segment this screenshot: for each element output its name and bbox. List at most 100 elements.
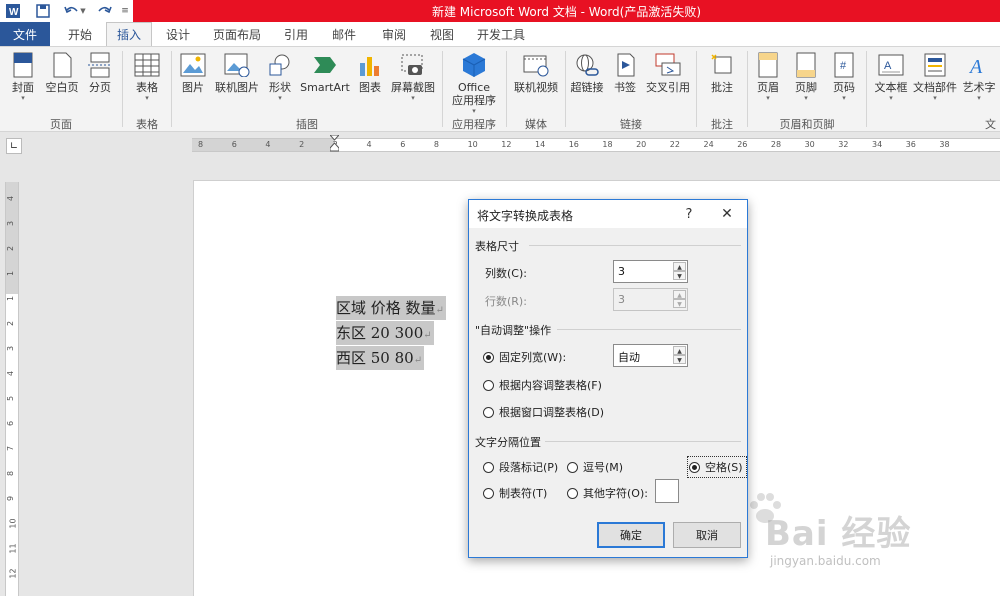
tab-design[interactable]: 设计	[156, 22, 200, 46]
online-video-icon	[523, 51, 549, 79]
ok-button[interactable]: 确定	[597, 522, 665, 548]
section-divider	[529, 245, 741, 246]
radio-fit-window[interactable]: 根据窗口调整表格(D)	[483, 404, 604, 420]
radio-space[interactable]: 空格(S)	[687, 456, 747, 478]
redo-icon[interactable]	[96, 2, 114, 20]
indent-marker[interactable]	[328, 134, 341, 155]
tab-home[interactable]: 开始	[56, 22, 104, 46]
table-button[interactable]: 表格 ▾	[130, 51, 164, 102]
group-label-header-footer: 页眉和页脚	[779, 118, 835, 131]
word-logo-icon[interactable]: W	[4, 2, 22, 20]
screenshot-icon	[400, 51, 426, 79]
save-icon[interactable]	[34, 2, 52, 20]
ruler-tick-label: 1	[6, 270, 16, 277]
ruler-tick-label: 8	[6, 470, 16, 477]
tab-view[interactable]: 视图	[420, 22, 464, 46]
ruler-tick-label: 4	[265, 140, 271, 149]
cross-reference-button[interactable]: 交叉引用	[644, 51, 692, 94]
group-label-text: 文	[985, 118, 996, 131]
group-label-apps: 应用程序	[452, 118, 496, 131]
dialog-titlebar[interactable]: 将文字转换成表格 ? ✕	[469, 200, 747, 228]
ruler-tick-label: 3	[6, 220, 16, 227]
textbox-icon: A	[878, 51, 904, 79]
doc-line[interactable]: 西区 50 80↵	[336, 346, 425, 370]
tab-developer[interactable]: 开发工具	[470, 22, 532, 46]
columns-spinner[interactable]: 3 ▲ ▼	[613, 260, 688, 283]
ruler-tick-label: 6	[6, 420, 16, 427]
section-table-size: 表格尺寸	[475, 240, 519, 253]
textbox-button[interactable]: A 文本框 ▾	[872, 51, 910, 102]
blank-page-button[interactable]: 空白页	[42, 51, 82, 94]
screenshot-button[interactable]: 屏幕截图 ▾	[388, 51, 438, 102]
ruler-tick-label: 4	[6, 195, 16, 202]
spin-down-icon[interactable]: ▼	[673, 355, 686, 364]
radio-paragraph-mark[interactable]: 段落标记(P)	[483, 459, 558, 475]
svg-text:W: W	[9, 7, 19, 18]
spin-down-icon: ▼	[673, 299, 686, 308]
vertical-ruler[interactable]: 4 3 2 1 1 2 3 4 5 6 7 8 9 10 11 12	[5, 182, 19, 596]
page-break-button[interactable]: 分页	[84, 51, 116, 94]
cover-icon	[10, 51, 36, 79]
comment-button[interactable]: 批注	[702, 51, 742, 94]
smartart-icon	[312, 51, 338, 79]
tab-references[interactable]: 引用	[274, 22, 318, 46]
spin-down-icon[interactable]: ▼	[673, 271, 686, 280]
ruler-tick-label: 9	[6, 495, 16, 502]
doc-line[interactable]: 东区 20 300↵	[336, 321, 434, 345]
bookmark-button[interactable]: 书签	[608, 51, 642, 94]
shapes-button[interactable]: 形状 ▾	[264, 51, 296, 102]
wordart-button[interactable]: A 艺术字 ▾	[960, 51, 998, 102]
radio-fit-content[interactable]: 根据内容调整表格(F)	[483, 377, 602, 393]
cross-reference-icon	[655, 51, 681, 79]
spin-up-icon[interactable]: ▲	[673, 262, 686, 271]
dialog-title: 将文字转换成表格	[477, 209, 574, 223]
ruler-tick-label: 2	[6, 245, 16, 252]
header-button[interactable]: 页眉 ▾	[752, 51, 784, 102]
radio-tab[interactable]: 制表符(T)	[483, 485, 547, 501]
svg-text:#: #	[840, 60, 847, 72]
ruler-tick-label: 30	[804, 140, 815, 149]
picture-button[interactable]: 图片	[176, 51, 210, 94]
tab-page-layout[interactable]: 页面布局	[206, 22, 268, 46]
ruler-tick-label: 8	[433, 140, 439, 149]
footer-button[interactable]: 页脚 ▾	[790, 51, 822, 102]
paragraph-mark-icon: ↵	[423, 330, 432, 341]
cover-button[interactable]: 封面 ▾	[6, 51, 40, 102]
window-title: 新建 Microsoft Word 文档 - Word(产品激活失败)	[431, 5, 702, 19]
doc-parts-button[interactable]: 文档部件 ▾	[912, 51, 958, 102]
cancel-button[interactable]: 取消	[673, 522, 741, 548]
tab-insert[interactable]: 插入	[106, 22, 152, 46]
smartart-button[interactable]: SmartArt	[298, 51, 352, 94]
comment-icon	[709, 51, 735, 79]
undo-dropdown-icon[interactable]: ▼	[78, 2, 88, 20]
page-number-button[interactable]: # 页码 ▾	[828, 51, 860, 102]
ruler-tick-label: 4	[366, 140, 372, 149]
tab-file[interactable]: 文件	[0, 22, 50, 46]
fixed-width-spinner[interactable]: 自动 ▲ ▼	[613, 344, 688, 367]
radio-comma[interactable]: 逗号(M)	[567, 459, 623, 475]
radio-other-char[interactable]: 其他字符(O):	[567, 485, 648, 501]
doc-parts-icon	[922, 51, 948, 79]
office-apps-button[interactable]: Office 应用程序 ▾	[446, 51, 502, 115]
radio-fixed-width[interactable]: 固定列宽(W):	[483, 349, 566, 365]
ruler-tick-label: 10	[467, 140, 478, 149]
ruler-tick-label: 22	[669, 140, 680, 149]
tab-review[interactable]: 审阅	[372, 22, 416, 46]
other-char-input[interactable]	[655, 479, 679, 503]
online-video-button[interactable]: 联机视频	[510, 51, 562, 94]
hyperlink-button[interactable]: 超链接	[568, 51, 606, 94]
spin-up-icon[interactable]: ▲	[673, 346, 686, 355]
customize-icon[interactable]: ≡	[116, 2, 134, 20]
help-button[interactable]: ?	[679, 204, 699, 224]
online-picture-button[interactable]: 联机图片	[212, 51, 262, 94]
footer-icon	[793, 51, 819, 79]
group-separator	[866, 51, 867, 127]
chart-button[interactable]: 图表	[354, 51, 386, 94]
ruler-tick-label: 34	[872, 140, 883, 149]
close-button[interactable]: ✕	[717, 204, 737, 224]
page-break-icon	[87, 51, 113, 79]
doc-line[interactable]: 区域 价格 数量↵	[336, 296, 446, 320]
tab-mailings[interactable]: 邮件	[322, 22, 366, 46]
horizontal-ruler[interactable]: 86422468101214161820222426283032343638	[192, 134, 1000, 155]
tab-selector[interactable]: ∟	[6, 138, 22, 154]
